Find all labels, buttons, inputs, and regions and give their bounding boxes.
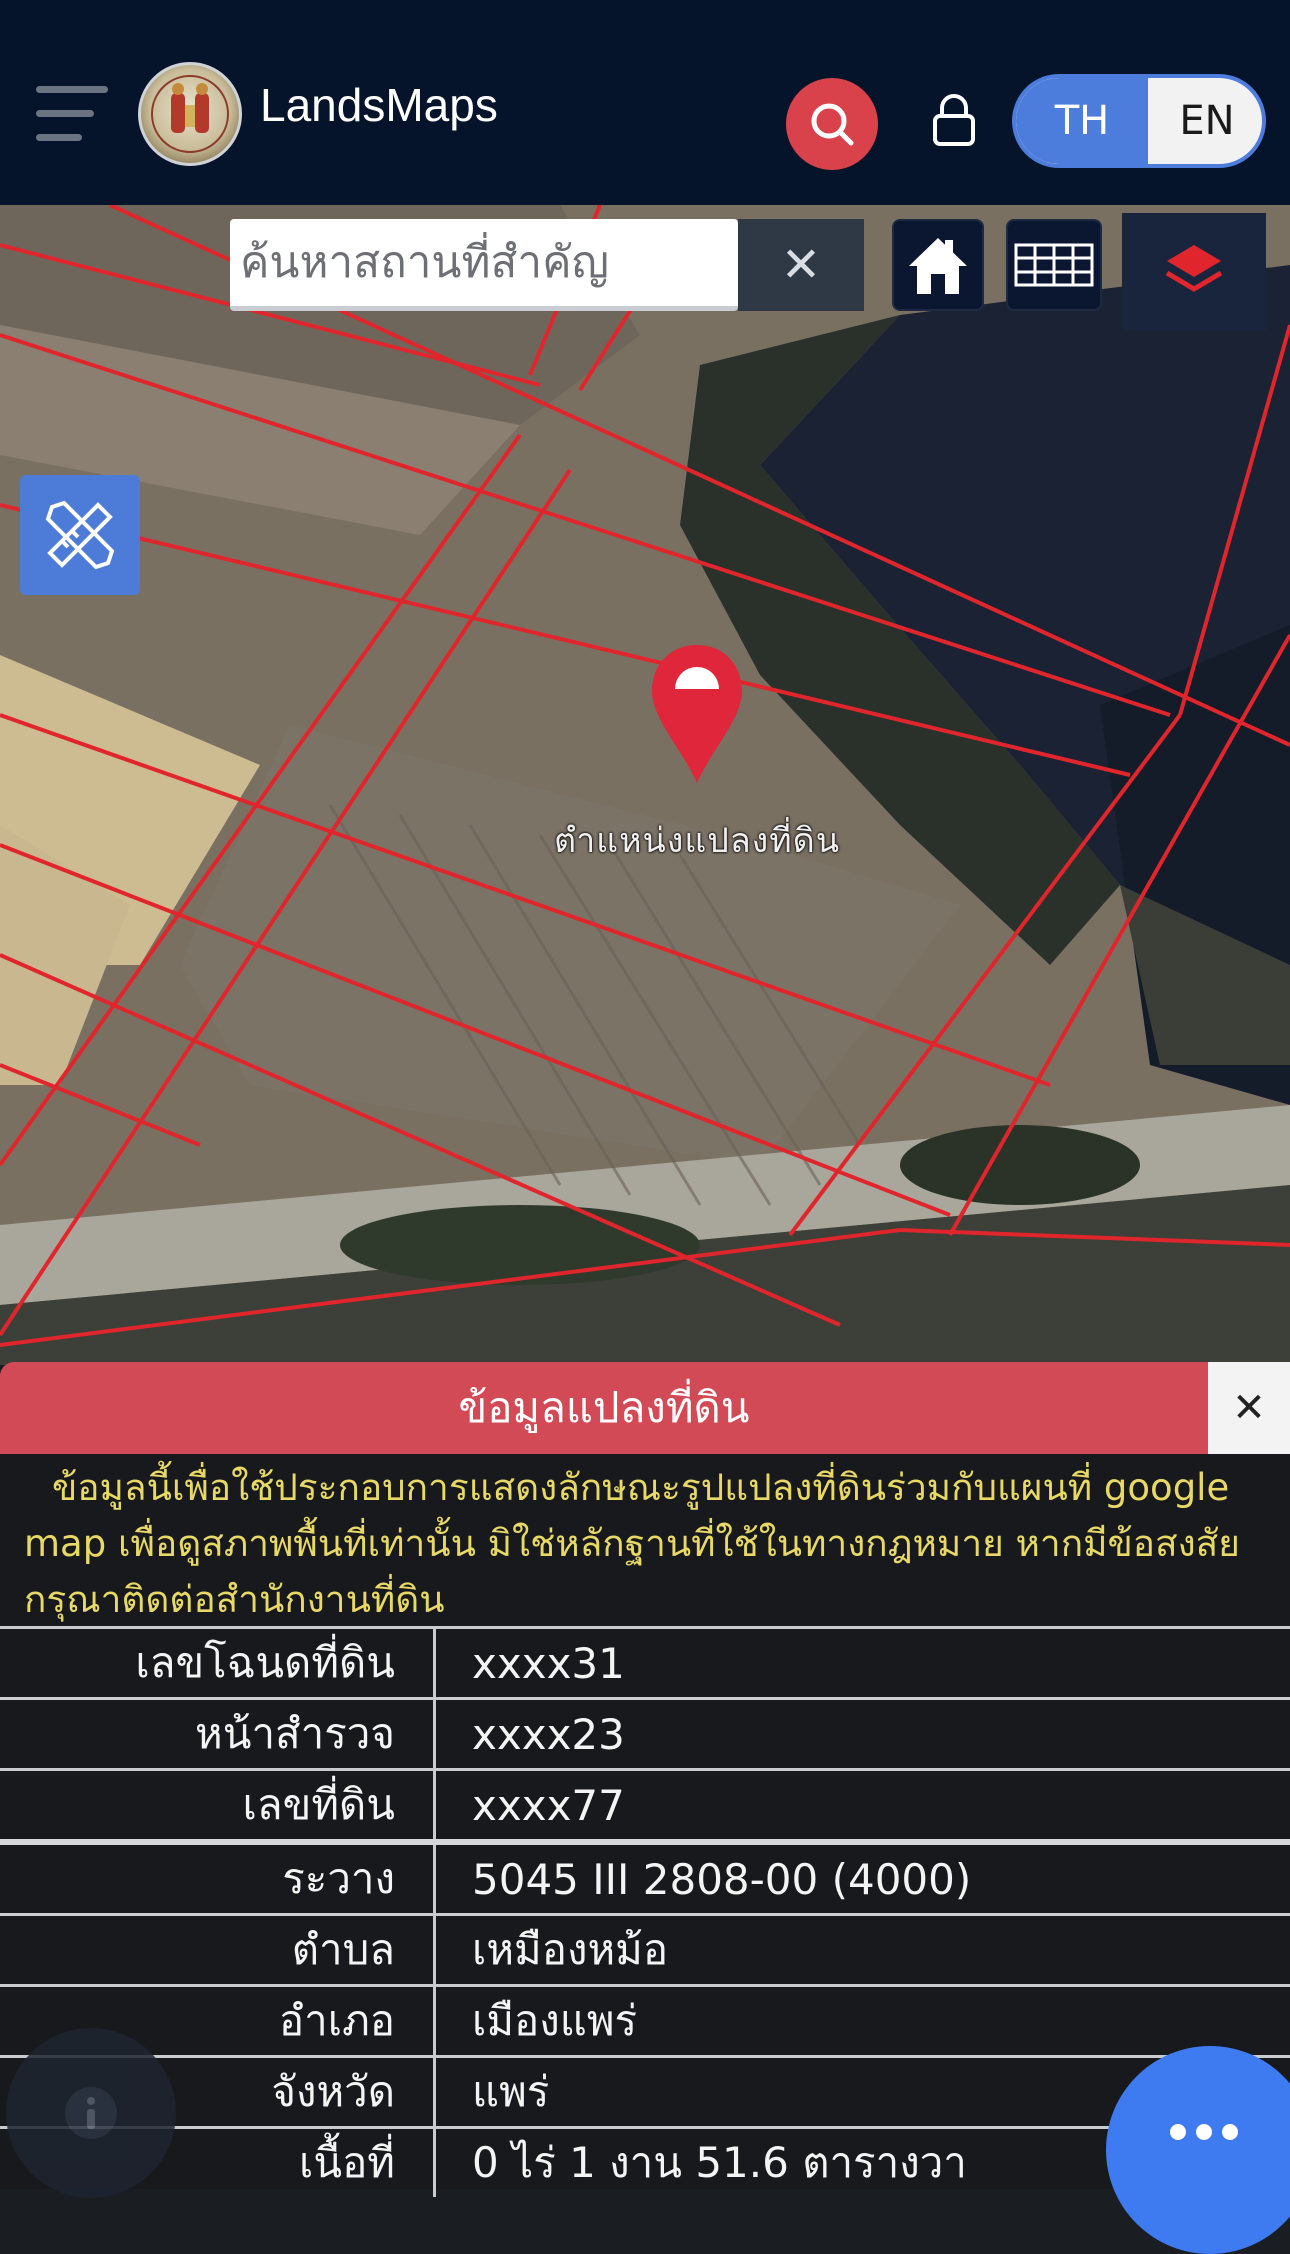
map-imagery [0, 205, 1290, 1365]
home-icon [905, 232, 971, 298]
info-icon [61, 2083, 121, 2143]
row-label: เลขที่ดิน [0, 1770, 435, 1843]
map-pin-icon[interactable] [646, 641, 748, 787]
layers-icon [1161, 239, 1227, 305]
table-row: ตำบล เหมืองหม้อ [0, 1915, 1290, 1986]
language-toggle[interactable]: TH EN [1012, 74, 1266, 168]
row-value: เมืองแพร่ [435, 1986, 1290, 2057]
table-row: เนื้อที่ 0 ไร่ 1 งาน 51.6 ตารางวา [0, 2128, 1290, 2198]
landsmaps-seal-logo [138, 62, 242, 166]
row-value: เหมืองหม้อ [435, 1915, 1290, 1986]
table-row: อำเภอ เมืองแพร่ [0, 1986, 1290, 2057]
satellite-map[interactable]: ✕ [0, 205, 1290, 1365]
disclaimer-text: ข้อมูลนี้เพื่อใช้ประกอบการแสดงลักษณะรูปแ… [0, 1454, 1290, 1626]
lang-th-option[interactable]: TH [1016, 78, 1148, 164]
close-icon: ✕ [1232, 1385, 1266, 1431]
clear-search-button[interactable]: ✕ [738, 219, 864, 311]
panel-close-button[interactable]: ✕ [1208, 1362, 1290, 1454]
pin-label: ตำแหน่งแปลงที่ดิน [512, 813, 882, 867]
land-info-table: เลขโฉนดที่ดิน xxxx31 หน้าสำรวจ xxxx23 เล… [0, 1626, 1290, 2197]
lang-en-option[interactable]: EN [1148, 78, 1266, 164]
table-row: จังหวัด แพร่ [0, 2057, 1290, 2128]
place-search-field[interactable] [230, 219, 738, 311]
top-app-bar: LandsMaps TH EN [0, 0, 1290, 205]
grid-button[interactable] [1006, 219, 1102, 311]
layers-button[interactable] [1122, 213, 1266, 331]
hamburger-menu-icon[interactable] [36, 86, 108, 146]
row-value: xxxx31 [435, 1628, 1290, 1699]
row-label: ตำบล [0, 1915, 435, 1986]
search-icon [807, 99, 857, 149]
lock-icon[interactable] [928, 92, 980, 148]
row-value: xxxx77 [435, 1770, 1290, 1843]
table-row: เลขที่ดิน xxxx77 [0, 1770, 1290, 1843]
info-button[interactable] [6, 2028, 176, 2198]
close-icon: ✕ [781, 237, 821, 293]
land-info-panel: ข้อมูลนี้เพื่อใช้ประกอบการแสดงลักษณะรูปแ… [0, 1454, 1290, 2189]
home-button[interactable] [892, 219, 984, 311]
table-row: หน้าสำรวจ xxxx23 [0, 1699, 1290, 1770]
row-label: เลขโฉนดที่ดิน [0, 1628, 435, 1699]
place-search-input[interactable] [230, 219, 738, 306]
row-label: หน้าสำรวจ [0, 1699, 435, 1770]
panel-title: ข้อมูลแปลงที่ดิน [0, 1362, 1208, 1454]
row-value: xxxx23 [435, 1699, 1290, 1770]
measure-tool-button[interactable] [20, 475, 140, 595]
row-label: ระวาง [0, 1842, 435, 1915]
table-row: เลขโฉนดที่ดิน xxxx31 [0, 1628, 1290, 1699]
search-button[interactable] [786, 78, 878, 170]
ruler-pencil-icon [42, 497, 118, 573]
app-title: LandsMaps [260, 78, 498, 132]
grid-icon [1014, 243, 1094, 287]
table-row: ระวาง 5045 III 2808-00 (4000) [0, 1842, 1290, 1915]
more-dots-icon [1156, 2092, 1276, 2212]
row-value: 5045 III 2808-00 (4000) [435, 1842, 1290, 1915]
